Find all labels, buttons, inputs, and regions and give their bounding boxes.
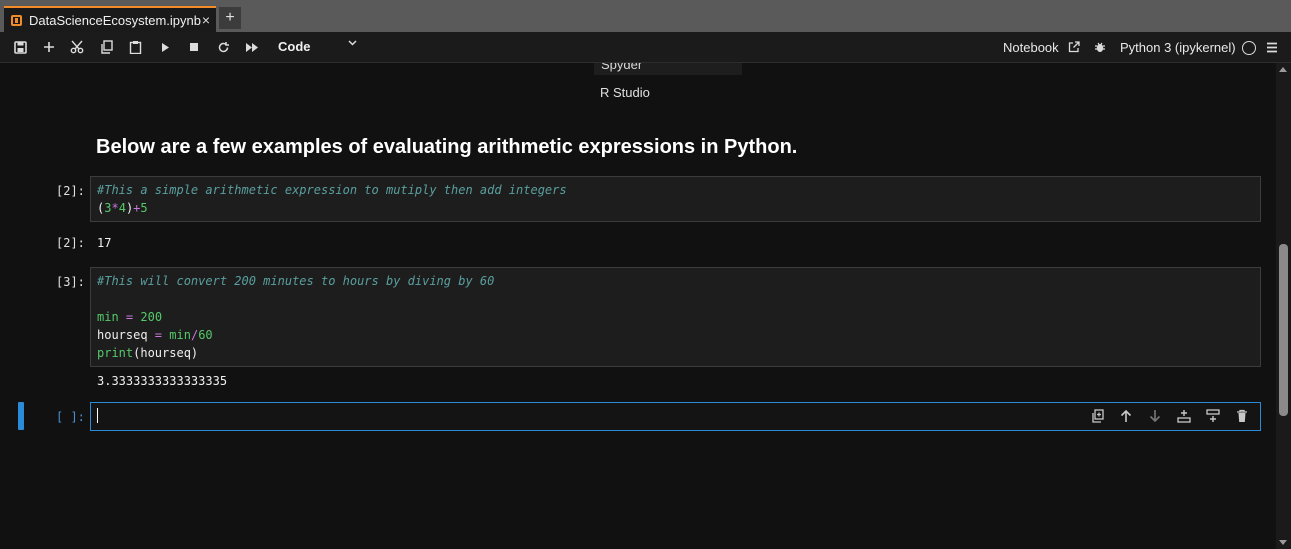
code-line: hourseq = min/60 bbox=[97, 328, 213, 342]
list-item: Spyder bbox=[594, 63, 742, 75]
add-cell-icon[interactable] bbox=[39, 38, 59, 56]
scroll-down-icon[interactable] bbox=[1279, 540, 1287, 545]
chevron-down-icon[interactable] bbox=[347, 37, 358, 51]
scroll-up-icon[interactable] bbox=[1279, 67, 1287, 72]
output-prompt: [2]: bbox=[56, 236, 85, 250]
move-up-icon[interactable] bbox=[1116, 407, 1136, 425]
text-cursor bbox=[97, 408, 98, 423]
tab-title: DataScienceEcosystem.ipynb bbox=[29, 12, 201, 28]
save-icon[interactable] bbox=[10, 38, 30, 56]
stop-icon[interactable] bbox=[184, 38, 204, 56]
list-item: R Studio bbox=[600, 85, 650, 100]
delete-cell-icon[interactable] bbox=[1232, 407, 1252, 425]
vertical-scrollbar[interactable] bbox=[1276, 63, 1291, 549]
code-line: (3*4)+5 bbox=[97, 201, 148, 215]
notebook-icon bbox=[11, 14, 22, 26]
cell-type-select[interactable]: Code bbox=[278, 39, 311, 54]
close-tab-icon[interactable]: × bbox=[202, 12, 210, 28]
cell-output: 3.3333333333333335 bbox=[97, 374, 228, 388]
kernel-status-icon bbox=[1242, 41, 1256, 55]
tab-bar: DataScienceEcosystem.ipynb × + bbox=[0, 0, 1291, 32]
duplicate-cell-icon[interactable] bbox=[1087, 407, 1107, 425]
restart-icon[interactable] bbox=[213, 38, 233, 56]
cell-toolbar bbox=[1087, 407, 1252, 425]
markdown-heading: Below are a few examples of evaluating a… bbox=[96, 136, 798, 158]
insert-below-icon[interactable] bbox=[1203, 407, 1223, 425]
active-cell-indicator[interactable] bbox=[18, 402, 24, 430]
notebook-content: Spyder R Studio Below are a few examples… bbox=[0, 63, 1276, 549]
cell-prompt: [2]: bbox=[56, 184, 85, 198]
move-down-icon[interactable] bbox=[1145, 407, 1165, 425]
run-icon[interactable] bbox=[155, 38, 175, 56]
code-line: min = 200 bbox=[97, 310, 163, 324]
fast-forward-icon[interactable] bbox=[242, 38, 262, 56]
kernel-name[interactable]: Python 3 (ipykernel) bbox=[1120, 40, 1236, 55]
external-link-icon[interactable] bbox=[1064, 38, 1084, 56]
new-tab-button[interactable]: + bbox=[219, 7, 241, 29]
cell-output: 17 bbox=[97, 236, 112, 250]
paste-icon[interactable] bbox=[125, 38, 145, 56]
insert-above-icon[interactable] bbox=[1174, 407, 1194, 425]
code-comment: #This will convert 200 minutes to hours … bbox=[97, 274, 495, 288]
active-code-cell[interactable] bbox=[90, 402, 1261, 431]
cut-icon[interactable] bbox=[67, 38, 87, 56]
notebook-toolbar: Code Notebook Python 3 (ipykernel) bbox=[0, 32, 1291, 63]
menu-icon[interactable] bbox=[1262, 38, 1282, 56]
notebook-tab[interactable]: DataScienceEcosystem.ipynb × bbox=[4, 6, 216, 32]
copy-icon[interactable] bbox=[96, 38, 116, 56]
code-line: print(hourseq) bbox=[97, 346, 199, 360]
open-notebook-link[interactable]: Notebook bbox=[1003, 40, 1059, 55]
code-comment: #This a simple arithmetic expression to … bbox=[97, 183, 567, 197]
code-cell[interactable]: #This will convert 200 minutes to hours … bbox=[90, 267, 1261, 367]
cell-prompt: [ ]: bbox=[56, 410, 85, 424]
code-cell[interactable]: #This a simple arithmetic expression to … bbox=[90, 176, 1261, 222]
scrollbar-thumb[interactable] bbox=[1279, 244, 1288, 416]
cell-prompt: [3]: bbox=[56, 275, 85, 289]
debugger-bug-icon[interactable] bbox=[1090, 38, 1110, 56]
